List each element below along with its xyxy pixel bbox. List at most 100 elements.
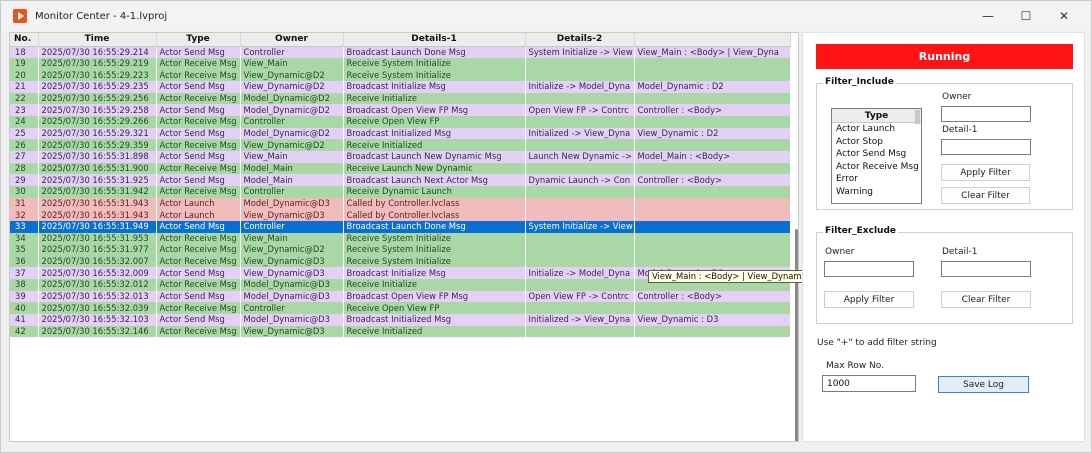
cell-extra <box>634 162 791 175</box>
cell-type: Actor Send Msg <box>156 314 241 326</box>
table-row[interactable]: 27 2025/07/30 16:55:31.898 Actor Send Msg V… <box>10 150 791 163</box>
cell-time: 2025/07/30 16:55:29.256 <box>38 92 157 105</box>
cell-time: 2025/07/30 16:55:29.219 <box>38 57 157 70</box>
table-row[interactable]: 23 2025/07/30 16:55:29.258 Actor Send Msg M… <box>10 104 791 116</box>
cell-no: 39 <box>10 290 39 303</box>
cell-type: Actor Send Msg <box>156 80 241 93</box>
type-listbox[interactable]: Type Actor Launch Actor Stop Actor Send Ms… <box>831 108 922 204</box>
table-row[interactable]: 30 2025/07/30 16:55:31.942 Actor Receive M… <box>10 185 791 198</box>
cell-owner: Model_Dynamic@D2 <box>240 92 344 105</box>
table-row[interactable]: 33 2025/07/30 16:55:31.949 Actor Send Msg C… <box>10 220 791 233</box>
cell-owner: Controller <box>240 115 344 128</box>
table-row[interactable]: 32 2025/07/30 16:55:31.943 Actor Launch Vie… <box>10 209 791 221</box>
cell-type: Actor Receive Msg <box>156 185 241 198</box>
column-header-details-1[interactable]: Details-1 <box>343 33 526 47</box>
cell-details-2: Initialized -> View_Dyna <box>525 127 635 140</box>
table-row[interactable]: 35 2025/07/30 16:55:31.977 Actor Receive M… <box>10 244 791 256</box>
include-clear-filter-button[interactable]: Clear Filter <box>941 187 1030 204</box>
filter-exclude-group: Filter_Exclude Owner Detail-1 Apply Filt… <box>816 226 1073 324</box>
cell-no: 23 <box>10 104 39 116</box>
table-row[interactable]: 28 2025/07/30 16:55:31.900 Actor Receive M… <box>10 162 791 175</box>
cell-no: 27 <box>10 150 39 163</box>
cell-details-1: Broadcast Initialize Msg <box>343 80 526 93</box>
cell-type: Actor Send Msg <box>156 174 241 186</box>
exclude-detail-input[interactable] <box>941 261 1031 277</box>
type-list-item[interactable]: Actor Send Msg <box>832 148 921 161</box>
exclude-detail-label: Detail-1 <box>942 247 978 257</box>
maximize-button[interactable]: ☐ <box>1007 1 1045 31</box>
column-header-owner[interactable]: Owner <box>240 33 344 47</box>
cell-time: 2025/07/30 16:55:32.103 <box>38 314 157 326</box>
cell-details-1: Broadcast Launch Next Actor Msg <box>343 174 526 186</box>
table-row[interactable]: 25 2025/07/30 16:55:29.321 Actor Send Msg M… <box>10 127 791 140</box>
table-row[interactable]: 41 2025/07/30 16:55:32.103 Actor Send Msg M… <box>10 314 791 326</box>
cell-details-1: Broadcast Launch New Dynamic Msg <box>343 150 526 163</box>
cell-time: 2025/07/30 16:55:29.321 <box>38 127 157 140</box>
minimize-button[interactable]: — <box>969 1 1007 31</box>
cell-details-2: Launch New Dynamic -> <box>525 150 635 163</box>
cell-no: 32 <box>10 209 39 221</box>
table-row[interactable]: 34 2025/07/30 16:55:31.953 Actor Receive M… <box>10 232 791 245</box>
table-row[interactable]: 18 2025/07/30 16:55:29.214 Actor Send Msg C… <box>10 46 791 58</box>
table-row[interactable]: 31 2025/07/30 16:55:31.943 Actor Launch Mod… <box>10 197 791 210</box>
vertical-scrollbar[interactable] <box>795 229 798 441</box>
cell-owner: Model_Dynamic@D2 <box>240 127 344 140</box>
cell-time: 2025/07/30 16:55:32.039 <box>38 302 157 315</box>
cell-owner: View_Dynamic@D3 <box>240 267 344 280</box>
table-row[interactable]: 26 2025/07/30 16:55:29.359 Actor Receive M… <box>10 139 791 151</box>
table-row[interactable]: 21 2025/07/30 16:55:29.235 Actor Send Msg V… <box>10 80 791 93</box>
cell-owner: View_Dynamic@D2 <box>240 244 344 256</box>
exclude-clear-filter-button[interactable]: Clear Filter <box>941 291 1031 308</box>
table-row[interactable]: 39 2025/07/30 16:55:32.013 Actor Send Msg M… <box>10 290 791 303</box>
cell-no: 33 <box>10 220 39 233</box>
column-header-extra[interactable] <box>634 33 791 47</box>
cell-details-2: Initialize -> Model_Dyna <box>525 80 635 93</box>
cell-details-2 <box>525 302 635 315</box>
cell-time: 2025/07/30 16:55:32.012 <box>38 279 157 291</box>
column-header-details-2[interactable]: Details-2 <box>525 33 635 47</box>
table-row[interactable]: 29 2025/07/30 16:55:31.925 Actor Send Msg M… <box>10 174 791 186</box>
table-row[interactable]: 40 2025/07/30 16:55:32.039 Actor Receive M… <box>10 302 791 315</box>
cell-owner: Controller <box>240 185 344 198</box>
include-owner-input[interactable] <box>941 106 1031 122</box>
cell-details-1: Broadcast Launch Done Msg <box>343 46 526 58</box>
exclude-apply-filter-button[interactable]: Apply Filter <box>824 291 914 308</box>
column-header-no[interactable]: No. <box>10 33 39 47</box>
cell-extra: Model_Main : <Body> <box>634 150 791 163</box>
log-table-area[interactable]: No. Time Type Owner Details-1 Details-2 … <box>9 32 799 442</box>
table-row[interactable]: 36 2025/07/30 16:55:32.007 Actor Receive M… <box>10 255 791 268</box>
type-list-item[interactable]: Error <box>832 173 921 186</box>
cell-details-1: Broadcast Launch Done Msg <box>343 220 526 233</box>
cell-owner: Controller <box>240 302 344 315</box>
type-list-item[interactable]: Warning <box>832 186 921 199</box>
table-row[interactable]: 22 2025/07/30 16:55:29.256 Actor Receive M… <box>10 92 791 105</box>
type-list-scroll[interactable] <box>915 110 920 124</box>
table-row[interactable]: 42 2025/07/30 16:55:32.146 Actor Receive M… <box>10 325 791 338</box>
save-log-button[interactable]: Save Log <box>938 376 1029 393</box>
filter-include-title: Filter_Include <box>823 77 896 87</box>
cell-type: Actor Receive Msg <box>156 92 241 105</box>
cell-no: 31 <box>10 197 39 210</box>
column-header-type[interactable]: Type <box>156 33 241 47</box>
table-row[interactable]: 19 2025/07/30 16:55:29.219 Actor Receive M… <box>10 57 791 70</box>
exclude-owner-input[interactable] <box>824 261 914 277</box>
cell-details-2: System Initialize -> View <box>525 46 635 58</box>
table-row[interactable]: 24 2025/07/30 16:55:29.266 Actor Receive M… <box>10 115 791 128</box>
cell-details-2 <box>525 325 635 338</box>
table-row[interactable]: 20 2025/07/30 16:55:29.223 Actor Receive M… <box>10 69 791 81</box>
cell-extra <box>634 220 791 233</box>
include-detail-input[interactable] <box>941 139 1031 155</box>
type-list-item[interactable]: Actor Stop <box>832 136 921 149</box>
type-list-item[interactable]: Actor Receive Msg <box>832 161 921 174</box>
cell-type: Actor Send Msg <box>156 46 241 58</box>
include-apply-filter-button[interactable]: Apply Filter <box>941 164 1030 181</box>
cell-time: 2025/07/30 16:55:31.898 <box>38 150 157 163</box>
max-row-input[interactable]: 1000 <box>822 375 916 392</box>
cell-details-2 <box>525 115 635 128</box>
type-list-item[interactable]: Actor Launch <box>832 123 921 136</box>
close-button[interactable]: ✕ <box>1045 1 1083 31</box>
window-controls: — ☐ ✕ <box>969 1 1083 31</box>
column-header-time[interactable]: Time <box>38 33 157 47</box>
cell-extra <box>634 185 791 198</box>
cell-no: 20 <box>10 69 39 81</box>
